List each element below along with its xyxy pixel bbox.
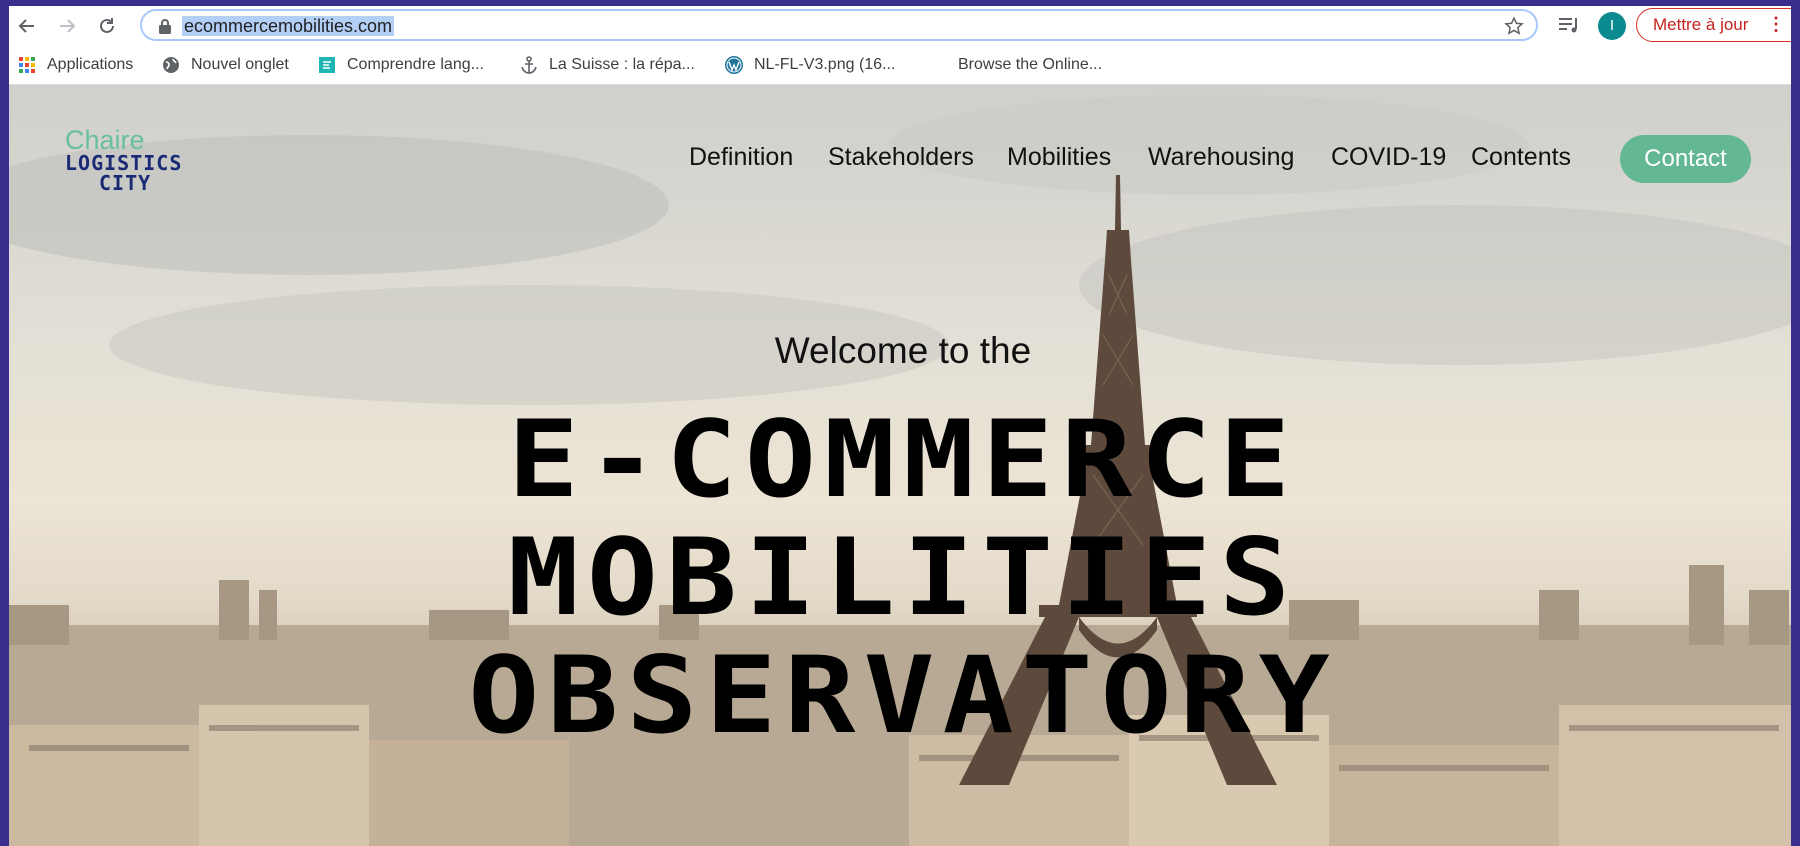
bookmark-label: Nouvel onglet [191,56,289,73]
bookmark-la-suisse[interactable]: La Suisse : la répa... [519,55,695,75]
bookmark-label: Applications [47,56,134,73]
bookmark-label: Browse the Online... [958,56,1103,73]
reload-icon[interactable] [95,14,119,38]
bookmark-nouvel-onglet[interactable]: Nouvel onglet [161,55,289,75]
forward-arrow-icon[interactable] [55,14,79,38]
browser-toolbar: ecommercemobilities.com I Mettre à jour … [9,6,1791,46]
media-queue-icon[interactable] [1557,14,1581,41]
bookmark-nl-fl-v3[interactable]: NL-FL-V3.png (16... [724,55,895,75]
anchor-icon [519,55,539,75]
wordpress-icon [724,55,744,75]
update-label: Mettre à jour [1653,15,1749,34]
hero-title-line-1: E-COMMERCE [507,396,1299,522]
address-bar[interactable]: ecommercemobilities.com [140,9,1538,41]
update-browser-button[interactable]: Mettre à jour ⋮ [1636,8,1791,42]
site-logo[interactable]: Chaire LOGISTICS CITY [65,125,205,195]
back-arrow-icon[interactable] [15,14,39,38]
lock-icon [158,18,172,39]
profile-avatar[interactable]: I [1598,12,1626,40]
star-icon[interactable] [1504,16,1524,41]
contact-button[interactable]: Contact [1620,135,1751,183]
nav-warehousing[interactable]: Warehousing [1148,143,1294,172]
bookmark-label: Comprendre lang... [347,56,484,73]
hero-title-line-2: MOBILITIES [507,514,1299,640]
globe-icon [161,55,181,75]
bookmark-browse-online[interactable]: Browse the Online... [958,55,1102,75]
apps-grid-icon [17,55,37,75]
nav-contents[interactable]: Contents [1471,143,1571,172]
bookmarks-bar: Applications Nouvel onglet Comprendre la… [9,46,1791,85]
site-favicon-icon [317,55,337,75]
bookmark-comprendre[interactable]: Comprendre lang... [317,55,484,75]
logo-line-3: CITY [99,171,152,195]
bookmark-label: NL-FL-V3.png (16... [754,56,896,73]
logo-line-1: Chaire [65,125,145,155]
logo-line-2: LOGISTICS [65,151,183,175]
welcome-text: Welcome to the [774,330,1032,371]
bookmark-applications[interactable]: Applications [17,55,133,75]
hero-section: Chaire LOGISTICS CITY Definition Stakeho… [9,85,1791,846]
nav-covid-19[interactable]: COVID-19 [1331,143,1446,172]
kebab-menu-icon[interactable]: ⋮ [1767,9,1785,40]
url-text[interactable]: ecommercemobilities.com [182,16,395,36]
bookmark-label: La Suisse : la répa... [549,56,695,73]
hero-title-line-3: OBSERVATORY [468,632,1338,758]
browser-window: ecommercemobilities.com I Mettre à jour … [9,6,1791,846]
nav-stakeholders[interactable]: Stakeholders [828,143,974,172]
nav-definition[interactable]: Definition [689,143,793,172]
nav-mobilities[interactable]: Mobilities [1007,143,1111,172]
